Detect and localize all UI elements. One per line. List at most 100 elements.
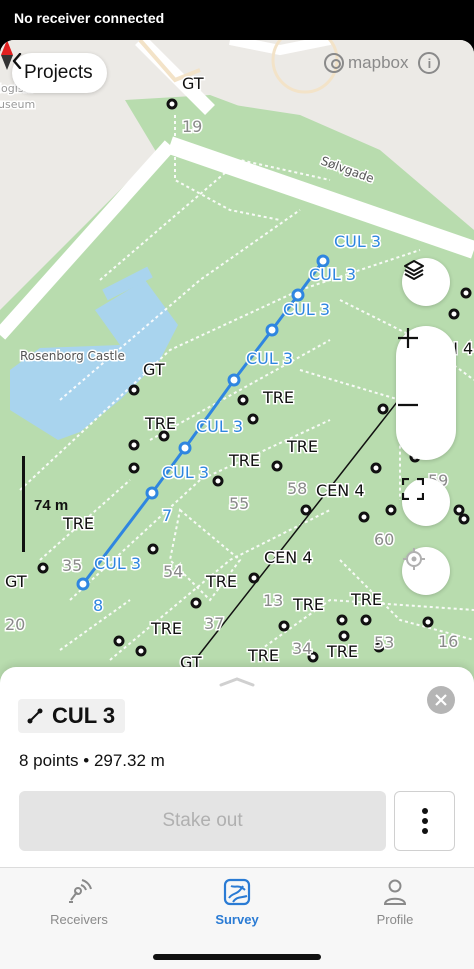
zoom-controls: [396, 326, 456, 460]
point-label: 8: [93, 596, 103, 615]
fit-bounds-button[interactable]: [402, 478, 450, 526]
point-label: TRE: [286, 437, 318, 456]
point-label: CUL 3: [94, 554, 141, 573]
survey-point: [338, 630, 350, 642]
survey-point: [190, 597, 202, 609]
cul3-point: [145, 486, 159, 500]
survey-point: [300, 504, 312, 516]
point-label: TRE: [292, 595, 324, 614]
point-label: 60: [374, 530, 394, 549]
point-label: CUL 3: [246, 349, 293, 368]
attribution-text: mapbox: [348, 53, 409, 72]
receiver-icon: [69, 879, 92, 903]
point-label: CUL 3: [162, 463, 209, 482]
survey-point: [385, 504, 397, 516]
fullscreen-icon: [402, 478, 424, 500]
point-label: TRE: [228, 451, 260, 470]
survey-point: [271, 460, 283, 472]
compass-icon[interactable]: [0, 40, 14, 70]
point-label: 20: [5, 615, 25, 634]
zoom-out-button[interactable]: [396, 393, 456, 460]
info-icon[interactable]: i: [418, 52, 441, 74]
plus-icon: [398, 328, 418, 348]
survey-point: [458, 513, 470, 525]
tab-profile[interactable]: Profile: [335, 878, 455, 927]
survey-point: [113, 635, 125, 647]
survey-point: [237, 394, 249, 406]
map-view[interactable]: GT 19 CUL 3 CUL 3 CUL 3 CUL 3 GT TRE TRE…: [0, 40, 474, 700]
receiver-status: No receiver connected: [14, 10, 165, 26]
point-label: TRE: [247, 646, 279, 665]
cul3-point: [291, 288, 305, 302]
map-attribution: mapbox i: [324, 52, 441, 74]
place-label: Rosenborg Castle: [20, 349, 125, 363]
survey-point: [147, 543, 159, 555]
survey-point: [158, 430, 170, 442]
point-label: 54: [163, 562, 183, 581]
cul3-point: [178, 441, 192, 455]
stake-out-button[interactable]: Stake out: [19, 791, 386, 851]
more-vertical-icon: [421, 808, 428, 834]
scale-bar: [22, 456, 25, 552]
survey-point: [128, 462, 140, 474]
survey-point: [358, 511, 370, 523]
home-indicator: [153, 954, 321, 960]
survey-point: [128, 439, 140, 451]
tab-receivers[interactable]: Receivers: [19, 878, 139, 927]
survey-point: [460, 287, 472, 299]
survey-point: [377, 403, 389, 415]
point-label: CEN 4: [264, 548, 313, 567]
tab-survey[interactable]: Survey: [177, 878, 297, 927]
point-label: TRE: [205, 572, 237, 591]
mapbox-logo-icon: [324, 53, 344, 73]
close-sheet-button[interactable]: [427, 686, 455, 714]
cul3-point: [76, 577, 90, 591]
survey-point: [212, 475, 224, 487]
tab-bar: Receivers Survey Profile: [0, 867, 474, 969]
point-label: CEN 4: [316, 481, 365, 500]
tab-label: Survey: [215, 912, 259, 927]
locate-me-button[interactable]: [402, 547, 450, 595]
status-bar: No receiver connected: [0, 0, 474, 40]
point-label: GT: [5, 572, 27, 591]
point-label: TRE: [326, 642, 358, 661]
tab-label: Profile: [376, 912, 414, 927]
survey-point: [370, 462, 382, 474]
cul3-point: [265, 323, 279, 337]
more-options-button[interactable]: [394, 791, 455, 851]
back-label: Projects: [24, 62, 93, 83]
point-label: 53: [374, 633, 394, 652]
line-meta: 8 points • 297.32 m: [19, 751, 165, 770]
survey-point: [278, 620, 290, 632]
survey-point: [453, 504, 465, 516]
person-icon: [383, 879, 407, 905]
survey-point: [37, 562, 49, 574]
scale-label: 74 m: [34, 497, 69, 514]
survey-point: [166, 98, 178, 110]
line-icon: [27, 708, 43, 724]
survey-point: [248, 572, 260, 584]
point-label: CUL 3: [196, 417, 243, 436]
point-label: 58: [287, 479, 307, 498]
survey-point: [360, 614, 372, 626]
close-icon: [435, 694, 447, 706]
minus-icon: [398, 403, 418, 407]
place-label: useum: [0, 98, 35, 111]
layers-button[interactable]: [402, 258, 450, 306]
back-to-projects-button[interactable]: Projects: [12, 53, 107, 93]
point-label: 34: [292, 639, 312, 658]
survey-point: [135, 645, 147, 657]
zoom-in-button[interactable]: [396, 326, 456, 393]
sheet-grab-handle[interactable]: [219, 677, 255, 687]
survey-point: [448, 308, 460, 320]
point-label: GT: [182, 74, 204, 93]
point-label: TRE: [62, 514, 94, 533]
tab-label: Receivers: [50, 912, 108, 927]
point-label: TRE: [350, 590, 382, 609]
point-label: CUL 3: [309, 265, 356, 284]
point-label: 19: [182, 117, 202, 136]
survey-point: [247, 413, 259, 425]
point-label: TRE: [144, 414, 176, 433]
line-chip: CUL 3: [18, 699, 126, 733]
layers-icon: [404, 260, 424, 280]
